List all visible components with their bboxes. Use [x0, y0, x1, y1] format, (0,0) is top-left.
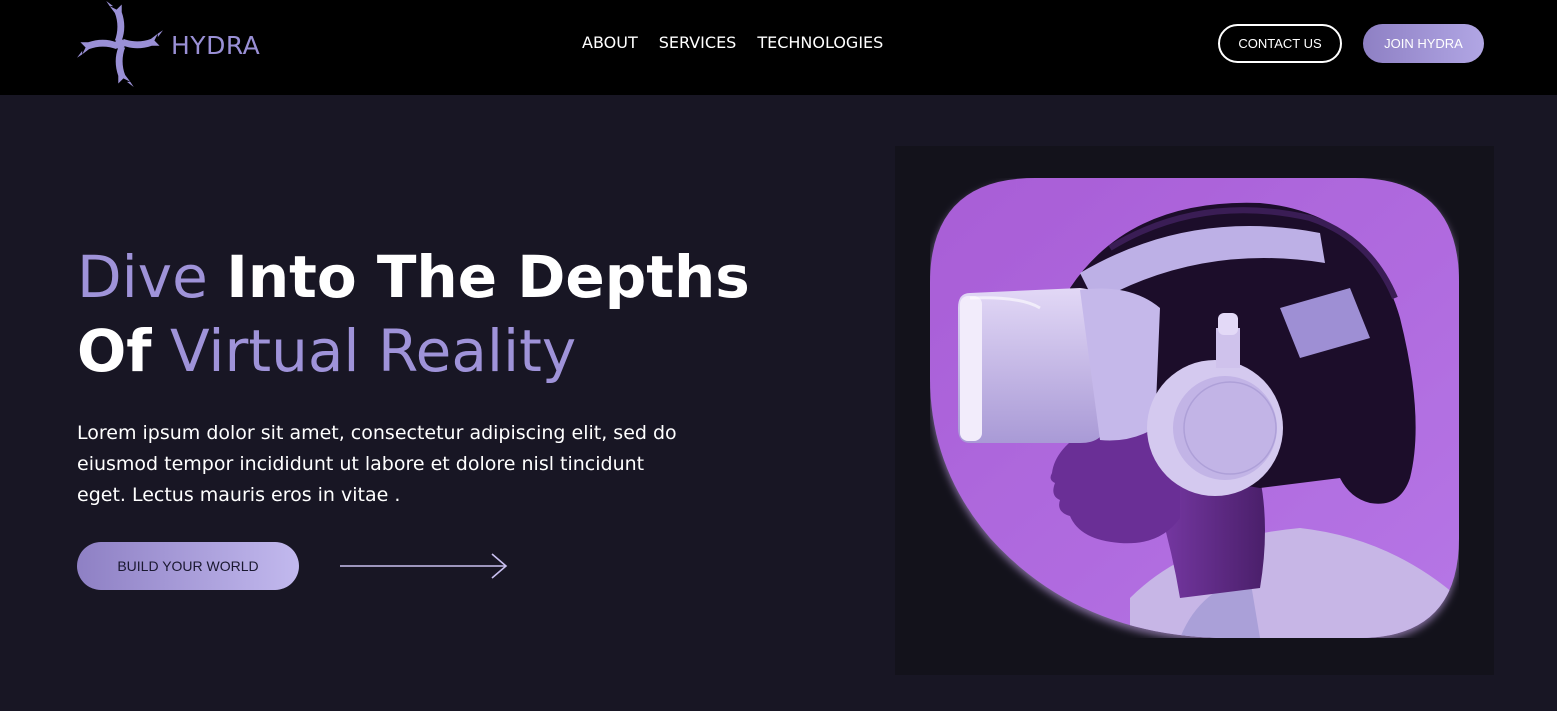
build-your-world-button[interactable]: BUILD YOUR WORLD [77, 542, 299, 590]
join-hydra-button[interactable]: JOIN HYDRA [1363, 24, 1484, 63]
hero-description: Lorem ipsum dolor sit amet, consectetur … [77, 422, 677, 506]
brand-logo[interactable]: HYDRA [77, 0, 260, 88]
nav-link-services[interactable]: SERVICES [659, 33, 737, 52]
headline-accent-word: Dive [77, 243, 208, 311]
contact-us-button[interactable]: CONTACT US [1218, 24, 1342, 63]
headline-accent-phrase: Virtual Reality [169, 317, 577, 385]
headline-line1-text: Into The Depths [226, 243, 750, 311]
nav-link-about[interactable]: ABOUT [582, 33, 638, 52]
top-navbar: HYDRA ABOUT SERVICES TECHNOLOGIES CONTAC… [0, 0, 1557, 95]
main-nav: ABOUT SERVICES TECHNOLOGIES [582, 33, 883, 52]
nav-link-technologies[interactable]: TECHNOLOGIES [757, 33, 883, 52]
arrow-right-icon[interactable] [340, 550, 510, 582]
headline-line2-text: Of [77, 317, 152, 385]
hydra-logo-icon [77, 1, 163, 87]
hero-image-panel [895, 146, 1494, 675]
hero-headline: Dive Into The Depths Of Virtual Reality [77, 240, 750, 388]
vr-headset-person-image [930, 178, 1459, 638]
brand-name: HYDRA [171, 30, 261, 60]
